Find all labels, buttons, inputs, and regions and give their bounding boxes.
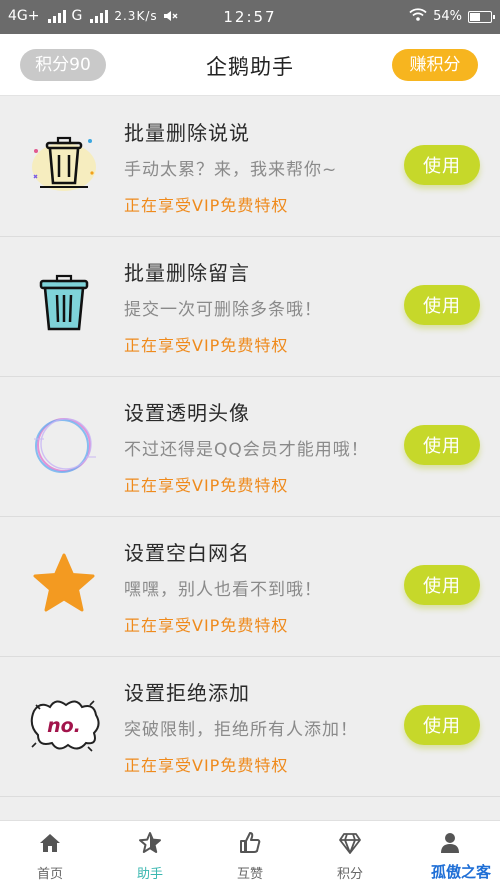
person-icon — [438, 831, 462, 855]
bottom-nav: 首页 助手 互赞 积分 — [0, 820, 500, 889]
item-title: 设置空白网名 — [124, 541, 250, 565]
transparent-circle-icon — [26, 407, 102, 483]
nav-item-points[interactable]: 积分 — [300, 821, 400, 889]
item-title: 设置透明头像 — [124, 401, 250, 425]
nav-label: 互赞 — [236, 867, 263, 882]
battery-percent: 54% — [433, 9, 462, 24]
svg-text:no.: no. — [47, 715, 81, 737]
status-right: 54% — [409, 8, 495, 25]
use-button[interactable]: 使用 — [404, 565, 480, 605]
app-header: 积分90 企鹅助手 赚积分 — [0, 34, 500, 96]
item-description: 不过还得是QQ会员才能用哦！ — [124, 440, 369, 460]
battery-icon — [468, 10, 495, 23]
list-item-blank-nickname: 设置空白网名 嘿嘿，别人也看不到哦！ 正在享受VIP免费特权 使用 — [0, 517, 500, 657]
diamond-icon — [338, 831, 362, 855]
nav-label: 积分 — [336, 867, 363, 882]
nav-label: 助手 — [136, 867, 163, 882]
trash-sparkle-icon — [26, 127, 102, 203]
star-nav-icon — [138, 831, 162, 855]
item-description: 嘿嘿，别人也看不到哦！ — [124, 580, 322, 600]
use-button[interactable]: 使用 — [404, 705, 480, 745]
item-description: 提交一次可删除多条哦！ — [124, 300, 322, 320]
no-badge-icon: no. — [26, 687, 102, 763]
item-description: 突破限制，拒绝所有人添加！ — [124, 720, 358, 740]
use-button[interactable]: 使用 — [404, 285, 480, 325]
watermark: 孤傲之客 — [427, 860, 494, 883]
earn-points-button[interactable]: 赚积分 — [392, 49, 478, 81]
trash-icon — [26, 267, 102, 343]
nav-item-assistant[interactable]: 助手 — [100, 821, 200, 889]
use-button[interactable]: 使用 — [404, 145, 480, 185]
nav-item-home[interactable]: 首页 — [0, 821, 100, 889]
list-item-transparent-avatar: 设置透明头像 不过还得是QQ会员才能用哦！ 正在享受VIP免费特权 使用 — [0, 377, 500, 517]
feature-list: 批量删除说说 手动太累？来，我来帮你~ 正在享受VIP免费特权 使用 批量删除留… — [0, 97, 500, 797]
home-icon — [38, 831, 62, 855]
vip-status: 正在享受VIP免费特权 — [124, 616, 289, 635]
item-description: 手动太累？来，我来帮你~ — [124, 160, 338, 180]
battery-level — [470, 12, 480, 21]
nav-label: 首页 — [36, 867, 63, 882]
item-title: 批量删除留言 — [124, 261, 250, 285]
vip-status: 正在享受VIP免费特权 — [124, 196, 289, 215]
nav-item-mutual-like[interactable]: 互赞 — [200, 821, 300, 889]
vip-status: 正在享受VIP免费特权 — [124, 756, 289, 775]
item-title: 批量删除说说 — [124, 121, 250, 145]
use-button[interactable]: 使用 — [404, 425, 480, 465]
star-icon — [26, 547, 102, 623]
status-bar: 4G+ G 2.3K/s 12:57 54% — [0, 0, 500, 34]
vip-status: 正在享受VIP免费特权 — [124, 336, 289, 355]
list-item-batch-delete-posts: 批量删除说说 手动太累？来，我来帮你~ 正在享受VIP免费特权 使用 — [0, 97, 500, 237]
item-title: 设置拒绝添加 — [124, 681, 250, 705]
list-item-batch-delete-messages: 批量删除留言 提交一次可删除多条哦！ 正在享受VIP免费特权 使用 — [0, 237, 500, 377]
wifi-icon — [409, 8, 427, 25]
vip-status: 正在享受VIP免费特权 — [124, 476, 289, 495]
list-item-reject-add: no. 设置拒绝添加 突破限制，拒绝所有人添加！ 正在享受VIP免费特权 使用 — [0, 657, 500, 797]
thumbs-up-icon — [238, 831, 262, 855]
